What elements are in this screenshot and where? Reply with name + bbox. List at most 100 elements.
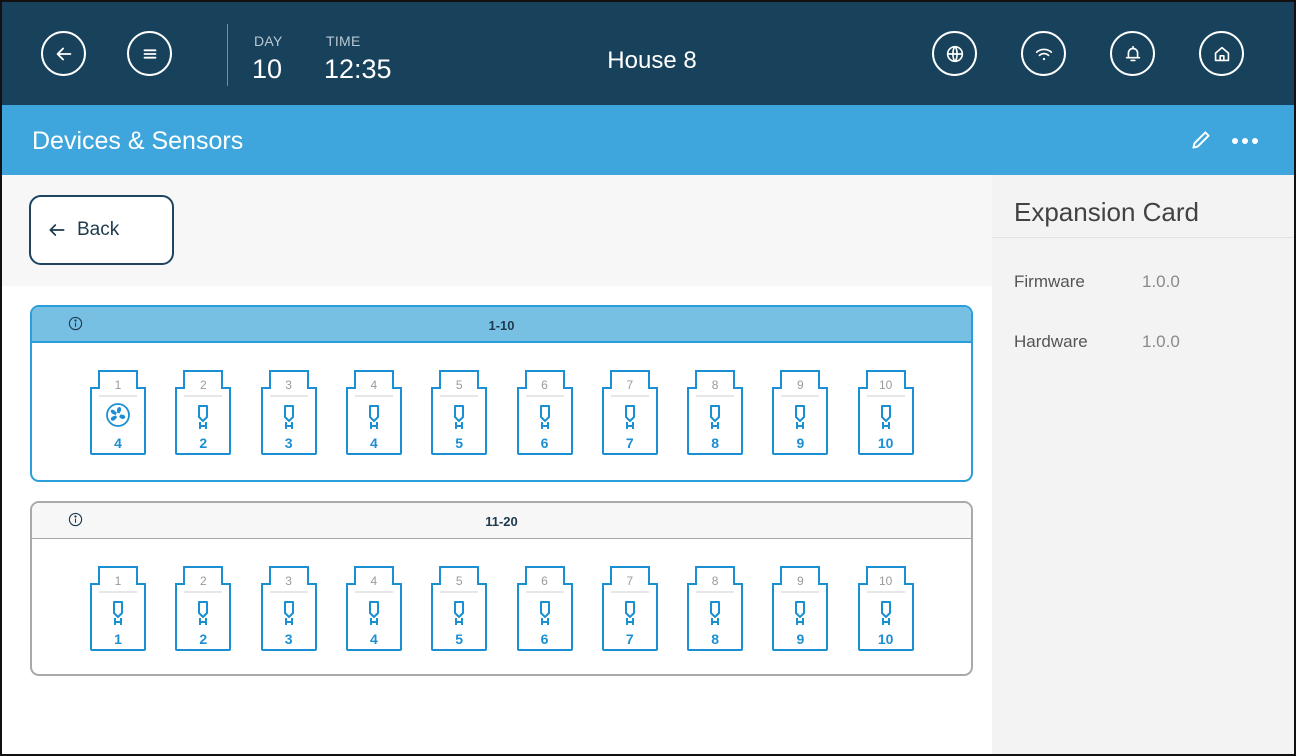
device-slot[interactable]: 66 [516,565,573,651]
wifi-button[interactable] [1021,31,1066,76]
device-slot[interactable]: 77 [601,565,658,651]
slot-number: 9 [797,378,804,392]
slot-number: 1 [114,574,122,588]
hardware-label: Hardware [1014,332,1088,351]
slot-device-number: 9 [796,435,805,451]
slot-number: 8 [711,378,719,392]
app-frame: DAY 10 TIME 12:35 House 8 Devices & Sens… [0,0,1296,756]
slot-number: 3 [285,574,292,588]
relay-icon [532,402,558,432]
slot-row: 1 4 2 2 3 3 4 4 5 5 6 6 7 7 8 8 9 9 10 10 [32,343,971,480]
device-slot[interactable]: 99 [772,369,829,455]
toolbar-area: Back [2,175,992,286]
group-range: 11-20 [485,514,518,529]
device-slot[interactable]: 33 [260,369,317,455]
device-slot[interactable]: 88 [687,369,744,455]
language-button[interactable] [932,31,977,76]
slot-number: 2 [199,378,207,392]
slot-device-number: 7 [625,631,634,647]
slot-group-11-20: 11-20 1 1 2 2 3 3 4 4 5 5 6 6 7 7 8 8 9 9 10 10 [30,501,973,676]
relay-icon [361,402,387,432]
more-dots-icon[interactable] [1232,138,1258,144]
relay-icon [617,598,643,628]
back-arrow-icon [56,47,71,60]
relay-icon [702,598,728,628]
slot-number: 1 [114,378,122,392]
slot-number: 5 [455,574,463,588]
group-header[interactable]: 11-20 [32,503,971,539]
slot-number: 10 [879,574,893,588]
slot-row: 1 1 2 2 3 3 4 4 5 5 6 6 7 7 8 8 9 9 10 10 [32,539,971,674]
slot-device-number: 5 [455,435,464,451]
device-slot[interactable]: 66 [516,369,573,455]
slot-device-number: 6 [540,435,549,451]
group-header[interactable]: 1-10 [32,307,971,343]
time-value: 12:35 [324,54,392,84]
relay-icon [361,598,387,628]
slot-device-number: 4 [369,435,378,451]
slot-number: 4 [370,378,378,392]
relay-icon [787,598,813,628]
slot-number: 2 [199,574,207,588]
device-slot[interactable]: 77 [601,369,658,455]
slot-device-number: 2 [199,435,208,451]
day-value: 10 [252,54,283,84]
slot-group-1-10: 1-10 1 4 2 2 3 3 4 4 5 5 6 6 7 7 8 8 9 9 10 10 [30,305,973,482]
device-slot[interactable]: 10 10 [857,565,914,651]
relay-icon [617,402,643,432]
device-slot[interactable]: 14 [90,369,146,455]
slot-number: 9 [797,574,804,588]
device-slot[interactable]: 11 [90,565,146,651]
menu-button[interactable] [127,31,172,76]
device-slot[interactable]: 22 [175,565,232,651]
slot-number: 3 [285,378,292,392]
alarm-button[interactable] [1110,31,1155,76]
slot-number: 10 [879,378,893,392]
pencil-icon[interactable] [1188,127,1214,153]
device-slot[interactable]: 55 [431,565,488,651]
back-button[interactable]: Back [29,195,174,265]
firmware-value: 1.0.0 [1142,272,1180,291]
menu-icon [143,48,156,59]
info-panel: Expansion Card Firmware 1.0.0 Hardware 1… [992,175,1294,754]
slot-device-number: 6 [540,631,549,647]
top-bar-divider [227,24,228,86]
sub-header: Devices & Sensors [2,105,1294,175]
relay-icon [446,402,472,432]
back-button-label: Back [77,219,120,240]
slot-device-number: 2 [199,631,208,647]
device-slot[interactable]: 99 [772,565,829,651]
back-arrow-icon [49,224,65,236]
device-slot[interactable]: 88 [687,565,744,651]
firmware-label: Firmware [1014,272,1085,291]
back-nav-button[interactable] [41,31,86,76]
relay-icon [873,598,899,628]
top-bar: DAY 10 TIME 12:35 House 8 [2,2,1294,105]
slot-device-number: 3 [284,435,293,451]
relay-icon [787,402,813,432]
relay-icon [873,402,899,432]
slot-device-number: 3 [284,631,293,647]
relay-icon [446,598,472,628]
wifi-icon [1035,48,1052,60]
slot-number: 6 [541,378,548,392]
slot-device-number: 10 [877,631,894,647]
device-slot[interactable]: 55 [431,369,488,455]
relay-icon [276,402,302,432]
device-slot[interactable]: 44 [345,369,402,455]
home-icon [1214,46,1229,61]
home-button[interactable] [1199,31,1244,76]
device-slot[interactable]: 22 [175,369,232,455]
device-slot[interactable]: 33 [260,565,317,651]
relay-icon [702,402,728,432]
hardware-value: 1.0.0 [1142,332,1180,351]
relay-icon [190,402,216,432]
device-slot[interactable]: 44 [345,565,402,651]
slot-device-number: 8 [711,435,719,451]
globe-icon [946,45,963,62]
slot-device-number: 10 [877,435,894,451]
slot-number: 8 [711,574,719,588]
device-slot[interactable]: 10 10 [857,369,914,455]
slot-device-number: 9 [796,631,805,647]
bell-icon [1125,45,1140,61]
